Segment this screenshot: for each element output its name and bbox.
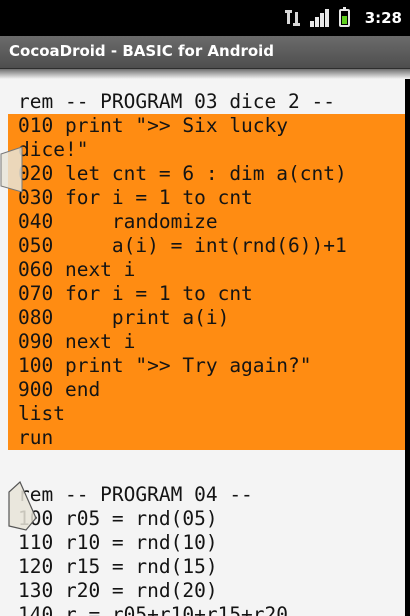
selected-code-line[interactable]: run (8, 426, 405, 450)
code-line[interactable]: 100 r05 = rnd(05) (8, 507, 405, 531)
code-line-header[interactable]: rem -- PROGRAM 03 dice 2 -- (8, 90, 405, 114)
code-line[interactable]: 140 r = r05+r10+r15+r20 (8, 603, 405, 616)
app-title-bar: CocoaDroid - BASIC for Android (0, 36, 410, 69)
status-clock: 3:28 (364, 9, 402, 27)
battery-charging-icon (339, 7, 350, 27)
selected-code-line[interactable]: 010 print ">> Six lucky (8, 114, 405, 138)
selected-code-line[interactable]: list (8, 402, 405, 426)
selected-code-line[interactable]: 080 print a(i) (8, 306, 405, 330)
code-line[interactable]: 130 r20 = rnd(20) (8, 579, 405, 603)
selected-code-line[interactable]: 090 next i (8, 330, 405, 354)
data-transfer-icon (285, 9, 301, 27)
selected-code-line[interactable]: 070 for i = 1 to cnt (8, 282, 405, 306)
code-line[interactable]: rem -- PROGRAM 04 -- (8, 483, 405, 507)
program-03-block: rem -- PROGRAM 03 dice 2 -- 010 print ">… (8, 90, 405, 450)
selected-code-line[interactable]: 050 a(i) = int(rnd(6))+1 (8, 234, 405, 258)
status-icons (285, 7, 350, 27)
program-04-block: rem -- PROGRAM 04 -- 100 r05 = rnd(05) 1… (8, 483, 405, 616)
selection-start-handle[interactable] (0, 146, 24, 194)
code-editor[interactable]: rem -- PROGRAM 03 dice 2 -- 010 print ">… (8, 79, 405, 616)
status-bar: 3:28 (0, 0, 410, 36)
signal-strength-icon (310, 9, 330, 27)
code-line[interactable]: 120 r15 = rnd(15) (8, 555, 405, 579)
selected-code-line[interactable]: 030 for i = 1 to cnt (8, 186, 405, 210)
selected-code-line[interactable]: 040 randomize (8, 210, 405, 234)
selected-code-line[interactable]: 900 end (8, 378, 405, 402)
selected-code-line[interactable]: 060 next i (8, 258, 405, 282)
title-shadow (0, 69, 410, 79)
selected-code-line[interactable]: 020 let cnt = 6 : dim a(cnt) (8, 162, 405, 186)
selected-code-line[interactable]: dice!" (8, 138, 405, 162)
app-title: CocoaDroid - BASIC for Android (9, 42, 275, 60)
selected-code-line[interactable]: 100 print ">> Try again?" (8, 354, 405, 378)
code-line[interactable]: 110 r10 = rnd(10) (8, 531, 405, 555)
selection-end-handle[interactable] (6, 480, 38, 532)
